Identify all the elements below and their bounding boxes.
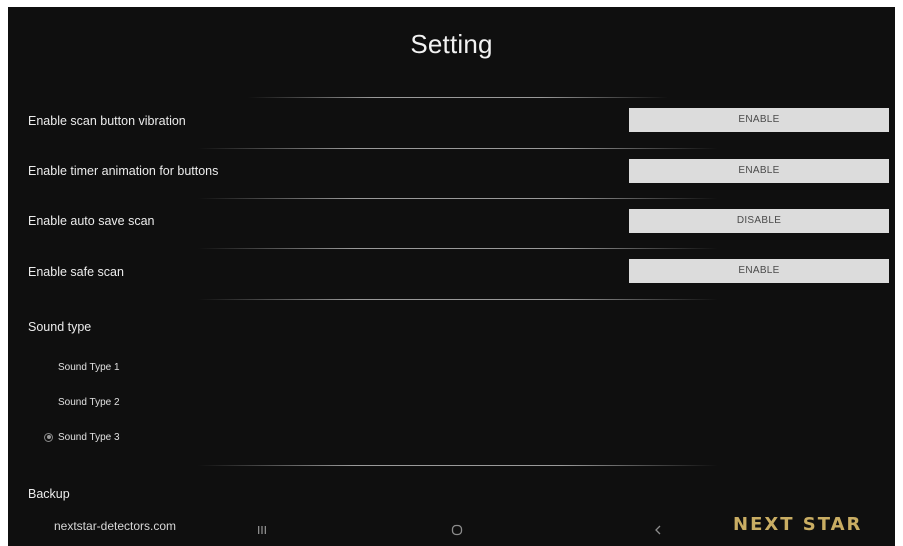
sound-type-option-2[interactable]: Sound Type 2 [44, 395, 120, 409]
divider [198, 248, 718, 249]
sound-type-option-1[interactable]: Sound Type 1 [44, 360, 120, 374]
sound-type-heading: Sound type [28, 320, 92, 334]
radio-selected-icon [44, 432, 53, 442]
divider [198, 198, 718, 199]
safe-scan-toggle-button[interactable]: ENABLE [629, 259, 889, 283]
settings-screen: Setting Enable scan button vibration ENA… [8, 7, 895, 546]
recents-icon-glyph [258, 526, 266, 534]
scan-vibration-toggle-button[interactable]: ENABLE [629, 108, 889, 132]
home-icon[interactable] [449, 522, 465, 538]
back-icon[interactable] [650, 522, 666, 538]
setting-label-safe-scan: Enable safe scan [28, 265, 124, 279]
sound-type-option-label: Sound Type 3 [58, 431, 120, 443]
website-watermark: nextstar-detectors.com [54, 519, 177, 533]
sound-type-option-3[interactable]: Sound Type 3 [44, 430, 120, 444]
auto-save-scan-toggle-button[interactable]: DISABLE [629, 209, 889, 233]
home-icon-glyph [451, 524, 463, 536]
sound-type-option-label: Sound Type 1 [58, 361, 120, 373]
recents-icon[interactable] [254, 522, 270, 538]
back-icon-glyph [655, 525, 661, 535]
setting-label-scan-vibration: Enable scan button vibration [28, 114, 186, 128]
page-title: Setting [410, 29, 493, 59]
divider [198, 299, 718, 300]
sound-type-option-label: Sound Type 2 [58, 396, 120, 408]
timer-animation-toggle-button[interactable]: ENABLE [629, 159, 889, 183]
divider [248, 97, 668, 98]
backup-heading: Backup [28, 487, 70, 501]
setting-label-auto-save-scan: Enable auto save scan [28, 214, 155, 228]
brand-logo: NEXT STAR [733, 514, 863, 535]
setting-label-timer-animation: Enable timer animation for buttons [28, 164, 219, 178]
divider [198, 148, 718, 149]
divider [198, 465, 718, 466]
